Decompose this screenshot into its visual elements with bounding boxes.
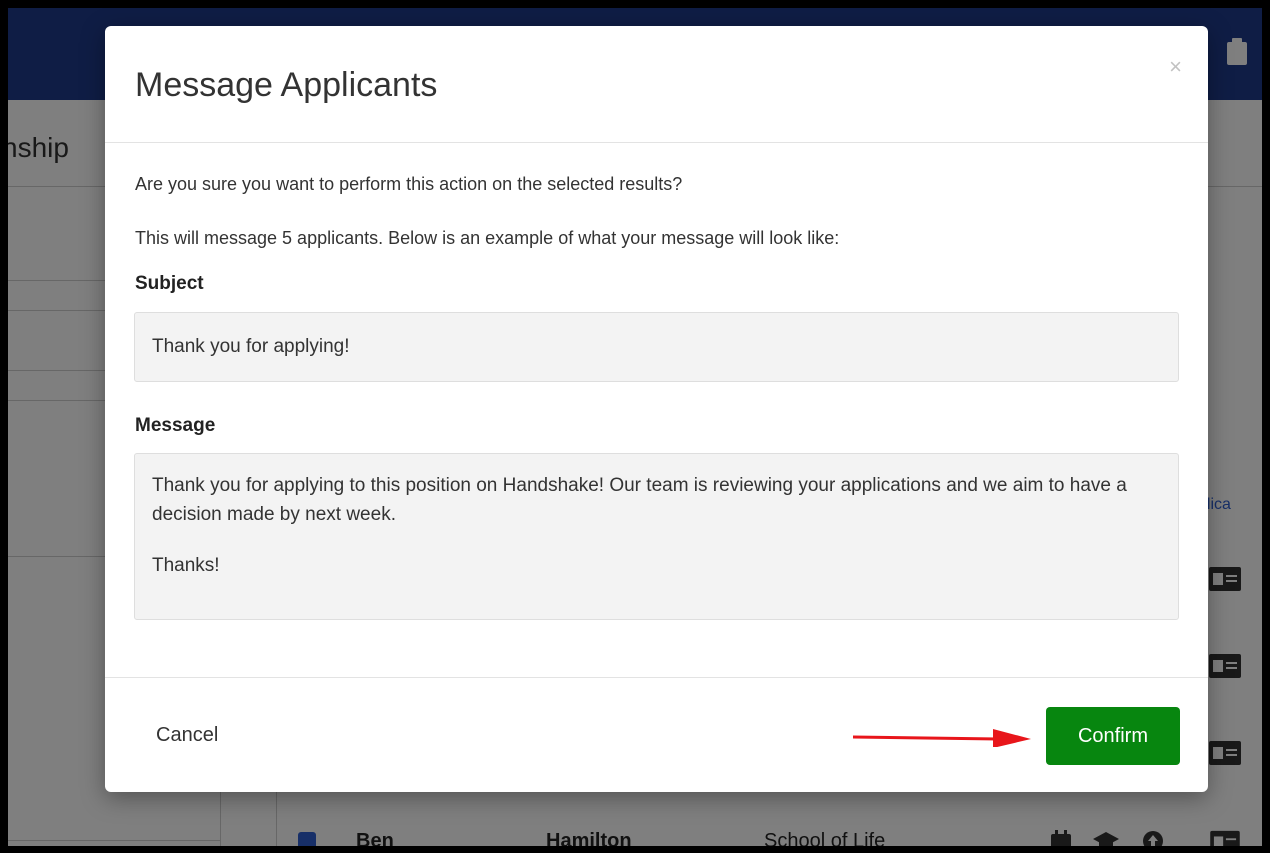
- screenshot-frame: nship plica Ben Hamilton School of Life: [0, 0, 1270, 853]
- message-applicants-modal: Message Applicants × Are you sure you wa…: [105, 26, 1208, 792]
- message-count-description: This will message 5 applicants. Below is…: [135, 228, 840, 248]
- modal-header: Message Applicants ×: [105, 26, 1208, 143]
- subject-value: Thank you for applying!: [152, 336, 350, 357]
- confirm-button[interactable]: Confirm: [1046, 707, 1180, 765]
- subject-label: Subject: [135, 273, 204, 294]
- close-button[interactable]: ×: [1169, 56, 1182, 78]
- cancel-button[interactable]: Cancel: [156, 724, 218, 747]
- app-window: nship plica Ben Hamilton School of Life: [8, 8, 1262, 846]
- message-field: Thank you for applying to this position …: [134, 453, 1179, 620]
- modal-footer: Cancel Confirm: [105, 677, 1208, 793]
- red-arrow-annotation: [853, 729, 1031, 747]
- confirm-question: Are you sure you want to perform this ac…: [135, 174, 683, 194]
- modal-title: Message Applicants: [135, 66, 438, 104]
- message-signoff: Thanks!: [152, 555, 220, 576]
- message-body: Thank you for applying to this position …: [152, 475, 1127, 525]
- message-label: Message: [135, 415, 216, 436]
- subject-field: Thank you for applying!: [134, 312, 1179, 382]
